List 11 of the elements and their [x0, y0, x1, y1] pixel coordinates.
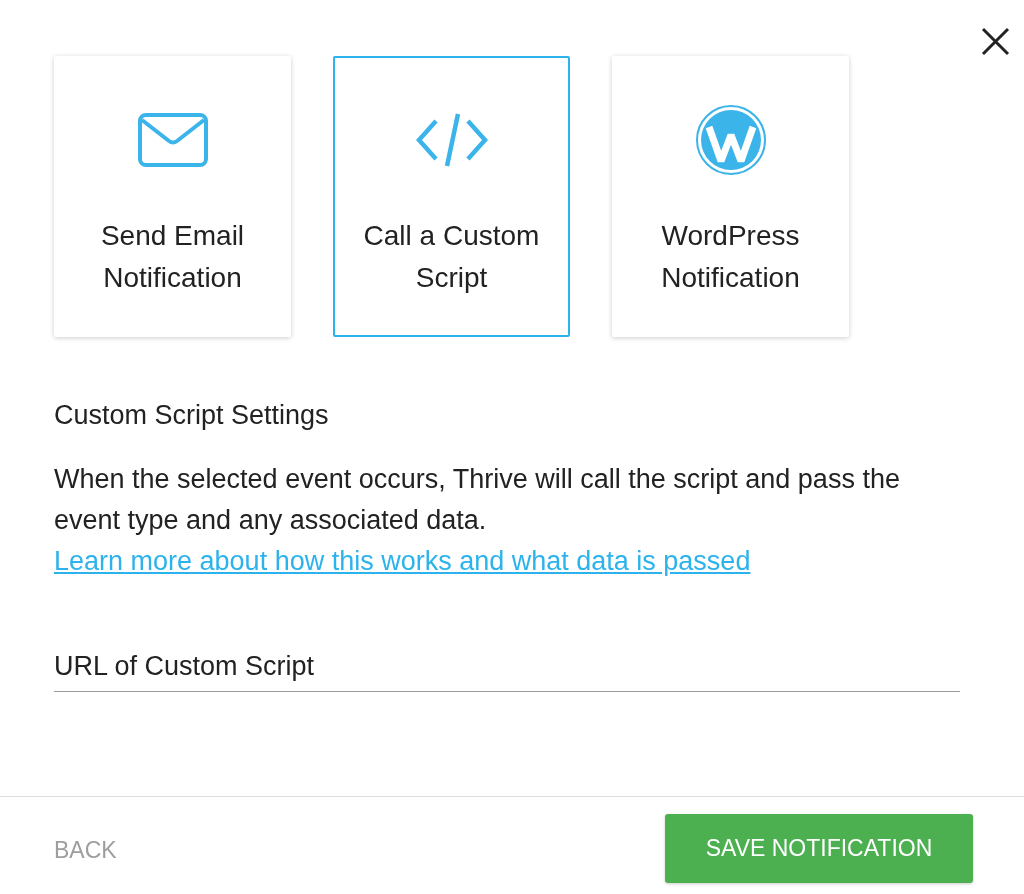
- envelope-icon: [137, 113, 208, 167]
- url-input-field[interactable]: URL of Custom Script: [54, 642, 960, 692]
- code-icon: [415, 112, 488, 168]
- notification-type-card[interactable]: Call a Custom Script: [333, 56, 570, 337]
- notification-type-card[interactable]: WordPress Notification: [612, 56, 849, 337]
- wordpress-logo-icon: [695, 105, 766, 175]
- close-icon: [981, 27, 1010, 56]
- description-text: When the selected event occurs, Thrive will call the script and pass the event type and any associated data. Learn more about how this works and what data is passed: [54, 463, 901, 578]
- section-heading: Custom Script Settings: [54, 399, 329, 432]
- close-button[interactable]: [981, 27, 1010, 56]
- notification-type-card[interactable]: Send Email Notification: [54, 56, 291, 337]
